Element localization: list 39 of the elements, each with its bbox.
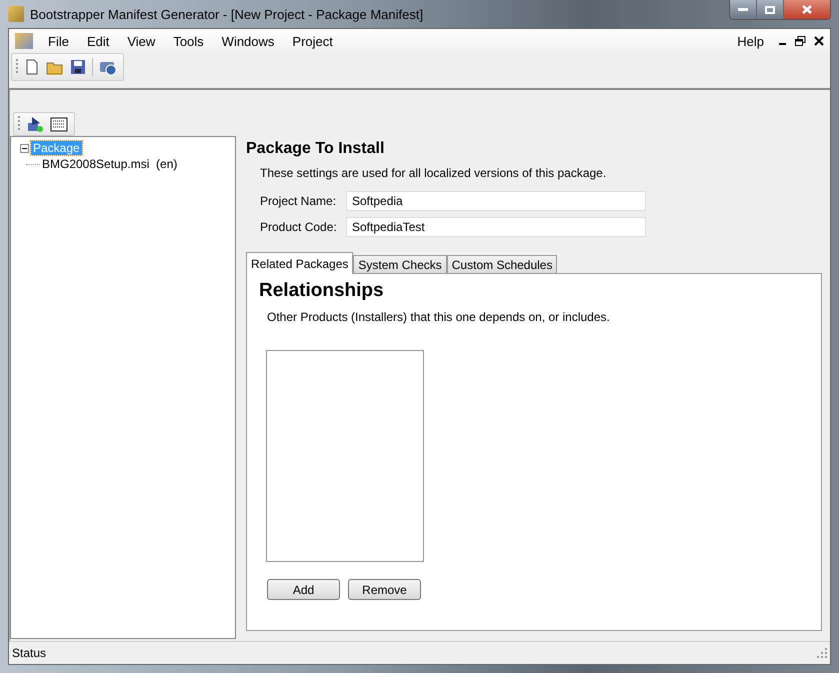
tab[interactable]: Related Packages <box>246 252 354 274</box>
section-heading: Package To Install <box>246 140 386 158</box>
restore-icon[interactable] <box>795 36 806 46</box>
section-heading: Relationships <box>259 280 385 302</box>
push-button[interactable]: Remove <box>348 579 421 600</box>
list-box[interactable] <box>266 350 424 562</box>
maximize-button[interactable] <box>757 0 784 19</box>
tab[interactable]: Custom Schedules <box>446 255 558 273</box>
description-text: Other Products (Installers) that this one depends on, or includes. <box>267 310 611 324</box>
collapse-icon[interactable] <box>20 144 29 152</box>
description-text: These settings are used for all localized versions of this package. <box>260 166 608 180</box>
menu-item[interactable]: Tools <box>164 34 213 48</box>
new-file-icon[interactable] <box>24 59 40 75</box>
package-wizard-icon[interactable] <box>26 115 44 133</box>
size-grip-icon[interactable] <box>817 648 827 658</box>
menu-item[interactable]: Project <box>283 34 342 48</box>
text-field[interactable]: Softpedia <box>346 191 646 211</box>
push-button[interactable]: Add <box>267 579 340 600</box>
menu-item[interactable]: Help <box>728 34 773 48</box>
close-icon <box>802 5 812 14</box>
app-icon <box>8 6 24 22</box>
tree-item[interactable]: BMG2008Setup.msi (en) <box>40 157 180 171</box>
maximize-icon <box>765 6 775 14</box>
menu-item[interactable]: File <box>39 34 78 48</box>
minimize-icon <box>738 8 748 12</box>
close-icon[interactable] <box>814 36 824 46</box>
grid-icon[interactable] <box>50 116 68 132</box>
text-field[interactable]: SoftpediaTest <box>346 217 646 237</box>
menu-item[interactable]: Edit <box>78 34 118 48</box>
window-title: Bootstrapper Manifest Generator - [New Project - Package Manifest] <box>30 6 424 22</box>
tab[interactable]: System Checks <box>353 255 447 273</box>
minimize-button[interactable] <box>730 0 757 19</box>
save-icon[interactable] <box>70 59 86 75</box>
menu-item[interactable]: View <box>118 34 164 48</box>
field-label: Project Name: <box>260 194 338 208</box>
close-button[interactable] <box>784 0 830 19</box>
menu-item[interactable]: Windows <box>212 34 284 48</box>
status-text: Status <box>12 646 46 660</box>
field-label: Product Code: <box>260 220 338 234</box>
